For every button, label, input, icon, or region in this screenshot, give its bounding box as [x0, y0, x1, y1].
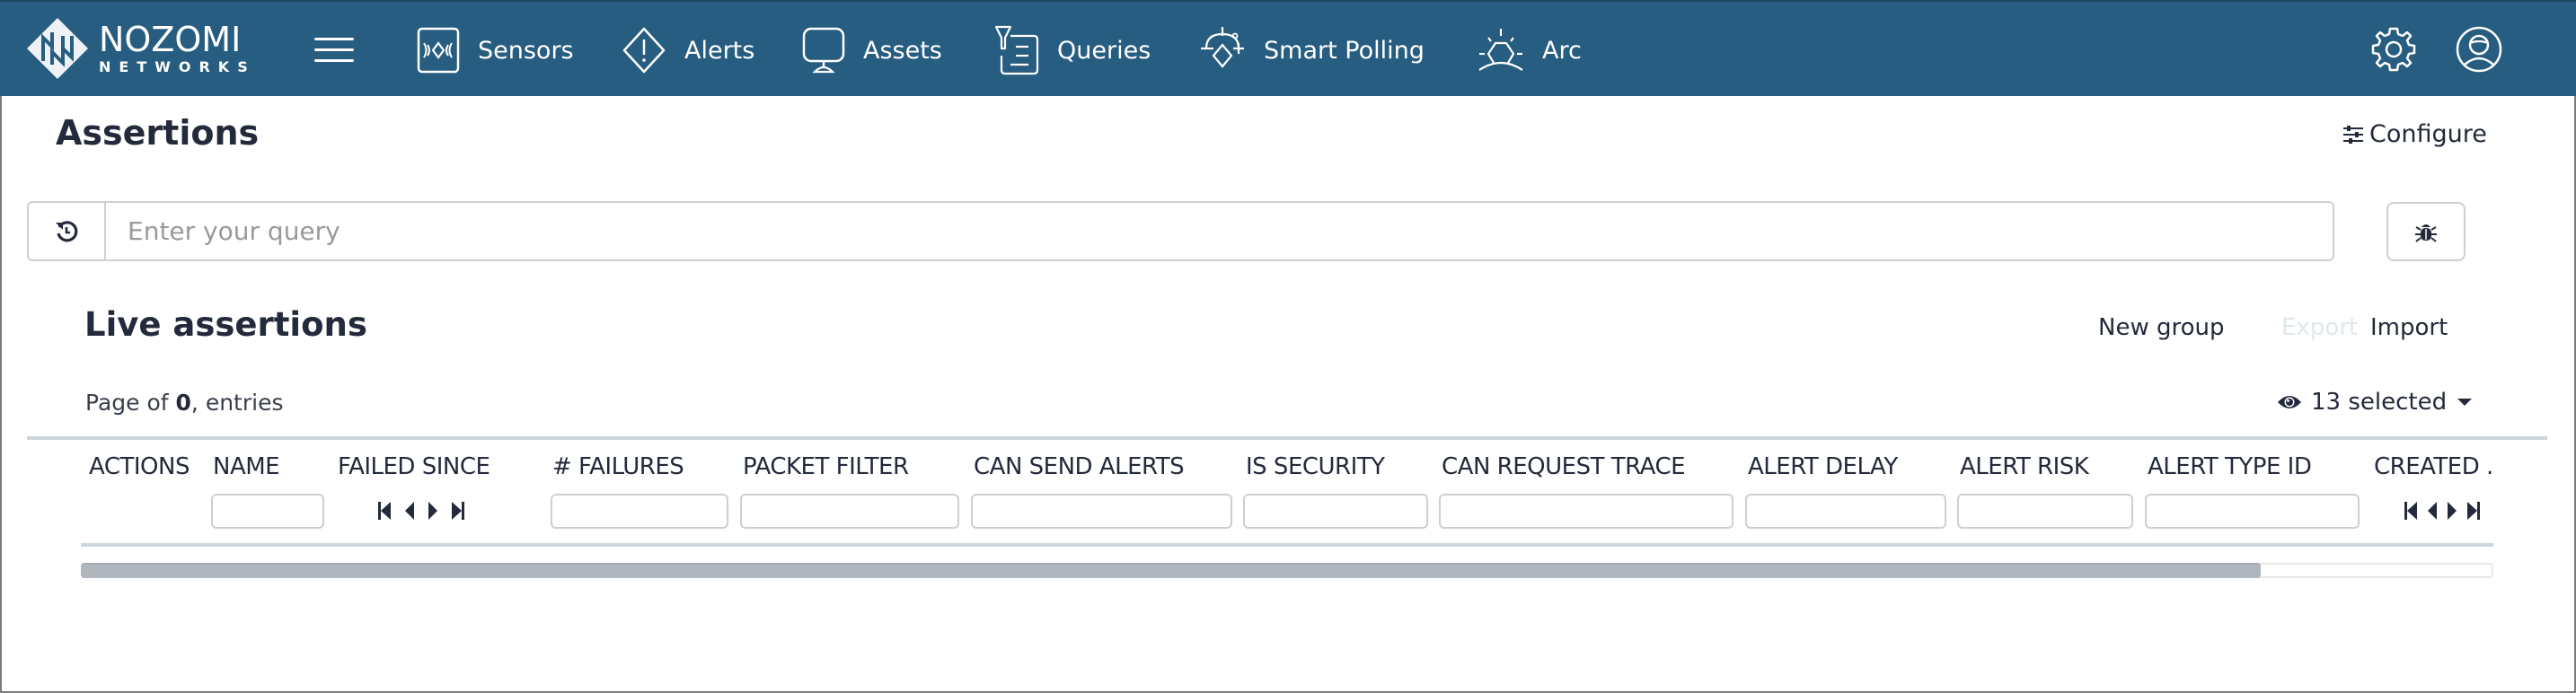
nav-alerts-label: Alerts — [684, 36, 755, 65]
column-header-can-request-trace[interactable]: CAN REQUEST TRACE — [1442, 453, 1686, 480]
arc-sunrise-icon — [1478, 29, 1523, 71]
table-top-divider — [27, 436, 2547, 440]
nav-smart-polling-label: Smart Polling — [1264, 36, 1425, 65]
settings-button[interactable] — [2369, 25, 2418, 74]
query-input[interactable] — [106, 203, 2333, 259]
column-header-packet-filter[interactable]: PACKET FILTER — [743, 453, 909, 480]
column-header-alert-risk[interactable]: ALERT RISK — [1960, 453, 2089, 480]
nav-arc[interactable]: Arc — [1478, 23, 1582, 77]
export-button[interactable]: Export — [2281, 314, 2358, 341]
query-bar — [27, 201, 2334, 261]
first-page-icon[interactable] — [377, 501, 392, 524]
nozomi-logo-icon — [27, 18, 88, 79]
bug-icon — [2415, 224, 2437, 242]
column-header-is-security[interactable]: IS SECURITY — [1246, 453, 1385, 480]
nav-sensors[interactable]: Sensors — [417, 23, 574, 77]
next-page-icon[interactable] — [428, 501, 438, 524]
first-page-icon[interactable] — [2404, 501, 2418, 524]
user-profile-button[interactable] — [2455, 25, 2503, 74]
nav-sensors-label: Sensors — [478, 36, 574, 65]
filter-alert-risk-input[interactable] — [1957, 494, 2133, 529]
brand-name: NOZOMI — [99, 20, 242, 59]
created-pager — [2404, 501, 2481, 524]
last-page-icon[interactable] — [451, 501, 465, 524]
eye-icon — [2278, 396, 2301, 408]
hamburger-menu-button[interactable] — [314, 34, 354, 65]
brand-logo[interactable]: NOZOMI NETWORKS — [25, 16, 256, 81]
live-assertions-title: Live assertions — [84, 305, 367, 344]
gear-icon — [2371, 27, 2416, 72]
pagination-prefix: Page of — [85, 390, 176, 416]
import-button[interactable]: Import — [2370, 314, 2448, 341]
brand-subtitle: NETWORKS — [99, 58, 256, 75]
columns-selector-dropdown[interactable]: 13 selected — [2277, 389, 2473, 416]
previous-page-icon[interactable] — [404, 501, 415, 524]
filter-can-request-trace-input[interactable] — [1439, 494, 1734, 529]
next-page-icon[interactable] — [2447, 501, 2457, 524]
sensors-icon — [417, 27, 460, 74]
nav-smart-polling[interactable]: Smart Polling — [1199, 23, 1425, 77]
filter-is-security-input[interactable] — [1243, 494, 1428, 529]
nav-queries-label: Queries — [1057, 36, 1151, 65]
nav-assets[interactable]: Assets — [802, 23, 942, 77]
column-header-alert-delay[interactable]: ALERT DELAY — [1748, 453, 1898, 480]
filter-name-input[interactable] — [211, 494, 324, 529]
top-navbar: NOZOMI NETWORKS Sensors Alerts Assets Qu… — [0, 0, 2576, 96]
user-circle-icon — [2456, 26, 2502, 73]
configure-button[interactable]: Configure — [2342, 120, 2487, 148]
sliders-icon — [2343, 125, 2363, 144]
query-history-button[interactable] — [29, 203, 106, 259]
nav-queries[interactable]: Queries — [994, 23, 1151, 77]
previous-page-icon[interactable] — [2427, 501, 2438, 524]
alert-diamond-icon — [622, 27, 666, 74]
nav-assets-label: Assets — [863, 36, 942, 65]
column-header-failures[interactable]: # FAILURES — [552, 453, 684, 480]
monitor-icon — [802, 27, 845, 74]
configure-label: Configure — [2369, 120, 2487, 148]
nav-arc-label: Arc — [1542, 36, 1582, 65]
debug-query-button[interactable] — [2386, 202, 2466, 261]
filter-failures-input[interactable] — [551, 494, 728, 529]
column-header-alert-type-id[interactable]: ALERT TYPE ID — [2148, 453, 2312, 480]
column-header-can-send-alerts[interactable]: CAN SEND ALERTS — [974, 453, 1185, 480]
horizontal-scrollbar[interactable] — [81, 563, 2493, 578]
pagination-count: 0 — [175, 390, 191, 416]
page-title: Assertions — [56, 113, 260, 153]
new-group-button[interactable]: New group — [2098, 314, 2225, 341]
table-header-bottom-divider — [81, 543, 2493, 547]
history-icon — [56, 220, 78, 241]
column-header-created[interactable]: CREATED . — [2374, 453, 2492, 480]
app-frame — [0, 0, 2576, 693]
last-page-icon[interactable] — [2466, 501, 2481, 524]
chevron-down-icon — [2457, 399, 2473, 406]
filter-alert-type-id-input[interactable] — [2145, 494, 2360, 529]
horizontal-scrollbar-thumb[interactable] — [81, 563, 2262, 578]
pagination-suffix: , entries — [190, 390, 284, 416]
filter-alert-delay-input[interactable] — [1745, 494, 1946, 529]
columns-selector-label: 13 selected — [2311, 389, 2448, 416]
pagination-info: Page of 0, entries — [85, 390, 283, 416]
column-header-failed-since[interactable]: FAILED SINCE — [338, 453, 490, 480]
filter-can-send-alerts-input[interactable] — [971, 494, 1232, 529]
failed-since-pager — [377, 501, 465, 524]
nav-alerts[interactable]: Alerts — [622, 23, 754, 77]
smart-polling-icon — [1201, 27, 1244, 68]
filter-packet-filter-input[interactable] — [740, 494, 959, 529]
column-header-name[interactable]: NAME — [213, 453, 280, 480]
column-header-actions: ACTIONS — [89, 453, 190, 480]
funnel-list-icon — [994, 25, 1039, 75]
